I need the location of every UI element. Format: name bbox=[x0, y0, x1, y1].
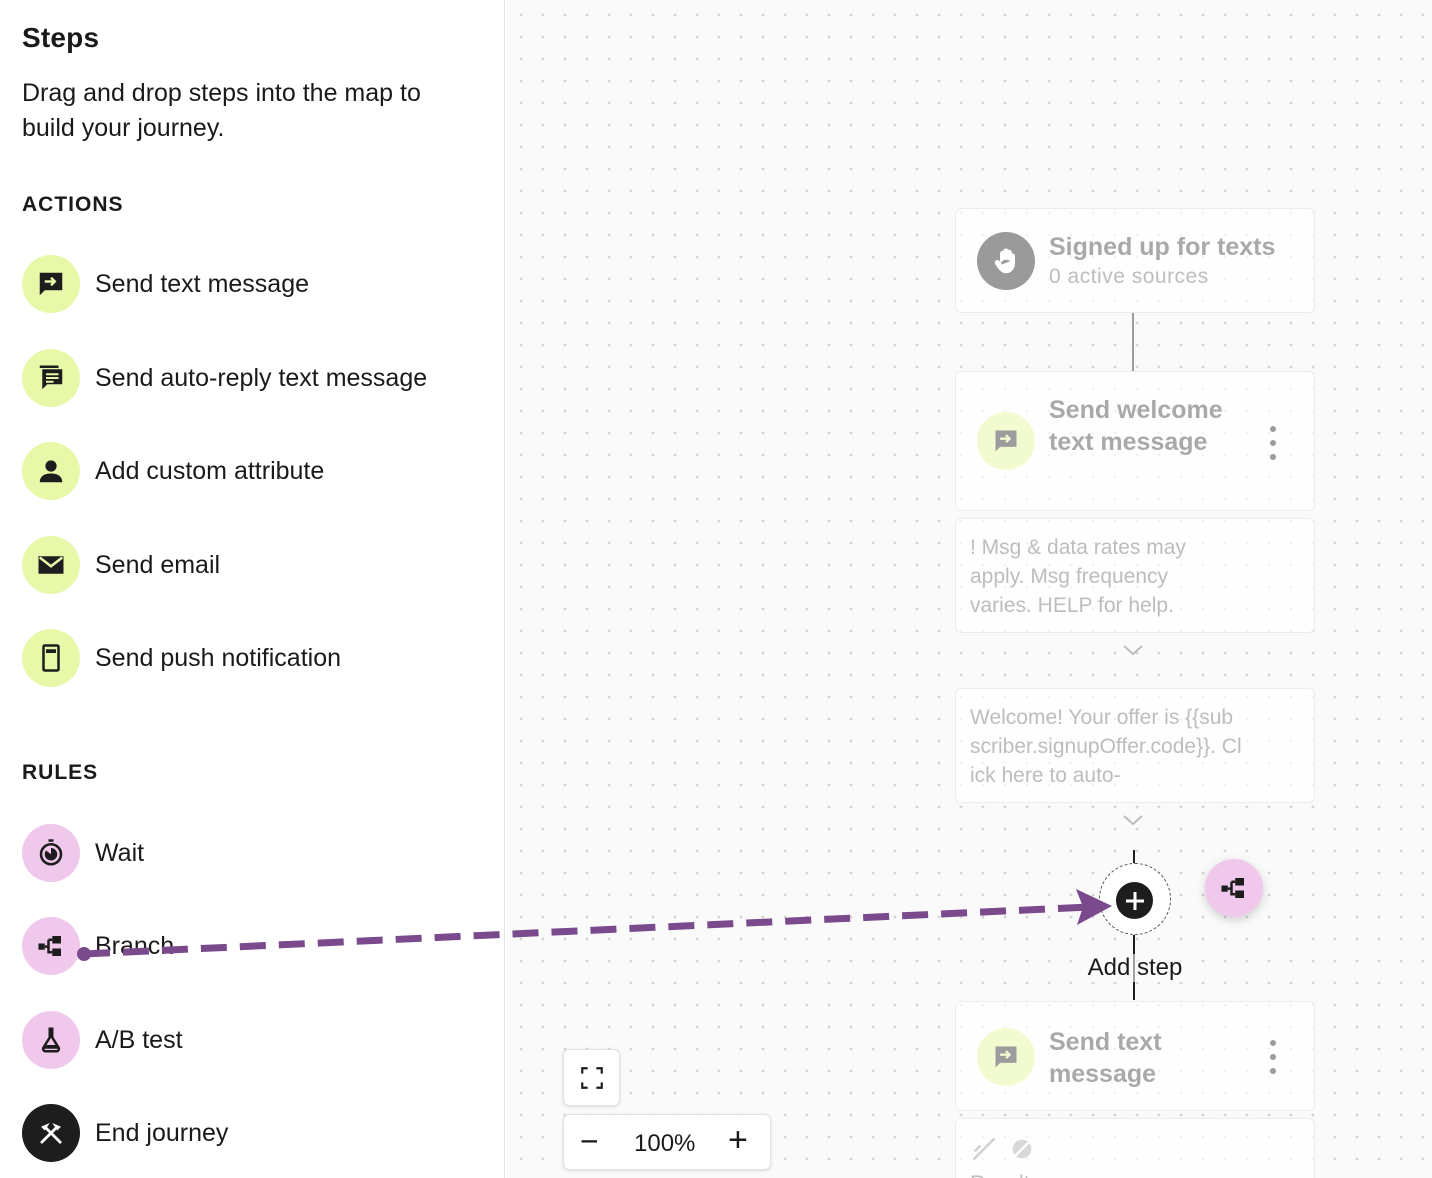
step-end-journey[interactable]: End journey bbox=[22, 1103, 492, 1163]
visibility-off-icon bbox=[1008, 1135, 1036, 1168]
chevron-down-icon[interactable] bbox=[1122, 642, 1144, 663]
result-node[interactable]: Result ... bbox=[955, 1118, 1315, 1178]
step-ab-test[interactable]: A/B test bbox=[22, 1010, 492, 1070]
step-send-push-notification[interactable]: Send push notification bbox=[22, 628, 492, 688]
stopwatch-icon bbox=[22, 824, 80, 882]
message-preview-text: ! Msg & data rates may apply. Msg freque… bbox=[970, 536, 1186, 617]
step-send-text-message[interactable]: Send text message bbox=[22, 254, 492, 314]
send-text-step-title: Send text message bbox=[1049, 1028, 1162, 1088]
step-wait[interactable]: Wait bbox=[22, 823, 492, 883]
chevron-down-icon[interactable] bbox=[1122, 812, 1144, 833]
add-step-label: Add step bbox=[1080, 954, 1190, 982]
message-forward-icon bbox=[22, 255, 80, 313]
envelope-icon bbox=[22, 536, 80, 594]
trigger-title: Signed up for texts bbox=[1049, 233, 1276, 261]
message-preview[interactable]: Welcome! Your offer is {{subscriber.sign… bbox=[955, 688, 1315, 803]
result-text: Result ... bbox=[970, 1169, 1170, 1178]
more-options-icon[interactable] bbox=[1269, 1040, 1277, 1074]
step-label: Add custom attribute bbox=[95, 456, 325, 485]
zoom-level: 100% bbox=[634, 1130, 696, 1157]
actions-section-label: ACTIONS bbox=[22, 193, 124, 216]
step-send-email[interactable]: Send email bbox=[22, 535, 492, 595]
step-label: Send text message bbox=[95, 269, 310, 298]
message-preview-text: Welcome! Your offer is {{subscriber.sign… bbox=[970, 706, 1242, 787]
step-label: Send email bbox=[95, 550, 221, 579]
rules-section-label: RULES bbox=[22, 761, 99, 784]
add-step-button[interactable] bbox=[1116, 882, 1153, 919]
step-label: Branch bbox=[95, 931, 175, 960]
more-options-icon[interactable] bbox=[1269, 426, 1277, 460]
welcome-step-title: Send welcome text message bbox=[1049, 396, 1223, 456]
zoom-out-button[interactable]: − bbox=[580, 1125, 599, 1157]
step-label: Send push notification bbox=[95, 643, 342, 672]
end-journey-icon bbox=[22, 1104, 80, 1162]
sidebar-title: Steps bbox=[22, 22, 100, 53]
auto-reply-message-icon bbox=[22, 349, 80, 407]
step-add-custom-attribute[interactable]: Add custom attribute bbox=[22, 441, 492, 501]
journey-canvas[interactable]: Signed up for texts 0 active sources Sen… bbox=[506, 0, 1432, 1178]
step-branch[interactable]: Branch bbox=[22, 916, 492, 976]
trigger-subtitle: 0 active sources bbox=[1049, 265, 1209, 288]
step-label: A/B test bbox=[95, 1025, 183, 1054]
phone-icon bbox=[22, 629, 80, 687]
steps-sidebar: Steps Drag and drop steps into the map t… bbox=[0, 0, 505, 1178]
step-label: End journey bbox=[95, 1118, 229, 1147]
send-text-step-node[interactable]: Send text message bbox=[955, 1001, 1315, 1111]
step-label: Wait bbox=[95, 838, 145, 867]
person-icon bbox=[22, 442, 80, 500]
step-label: Send auto-reply text message bbox=[95, 363, 428, 392]
message-preview[interactable]: ! Msg & data rates may apply. Msg freque… bbox=[955, 518, 1315, 633]
message-forward-icon bbox=[977, 412, 1035, 470]
zoom-in-button[interactable]: + bbox=[728, 1123, 748, 1157]
hand-icon bbox=[977, 232, 1035, 290]
plus-icon bbox=[1125, 891, 1144, 910]
sidebar-description: Drag and drop steps into the map to buil… bbox=[22, 79, 421, 142]
link-off-icon bbox=[970, 1135, 998, 1168]
branch-icon bbox=[22, 917, 80, 975]
trigger-node[interactable]: Signed up for texts 0 active sources bbox=[955, 208, 1315, 313]
zoom-control: − 100% + bbox=[563, 1114, 771, 1170]
welcome-step-node[interactable]: Send welcome text message bbox=[955, 371, 1315, 511]
connector-line bbox=[1132, 313, 1134, 371]
flask-icon bbox=[22, 1011, 80, 1069]
message-forward-icon bbox=[977, 1028, 1035, 1086]
dragging-branch-icon[interactable] bbox=[1205, 859, 1263, 917]
step-send-auto-reply[interactable]: Send auto-reply text message bbox=[22, 348, 492, 408]
fullscreen-button[interactable] bbox=[563, 1049, 620, 1106]
fullscreen-icon bbox=[580, 1066, 603, 1089]
